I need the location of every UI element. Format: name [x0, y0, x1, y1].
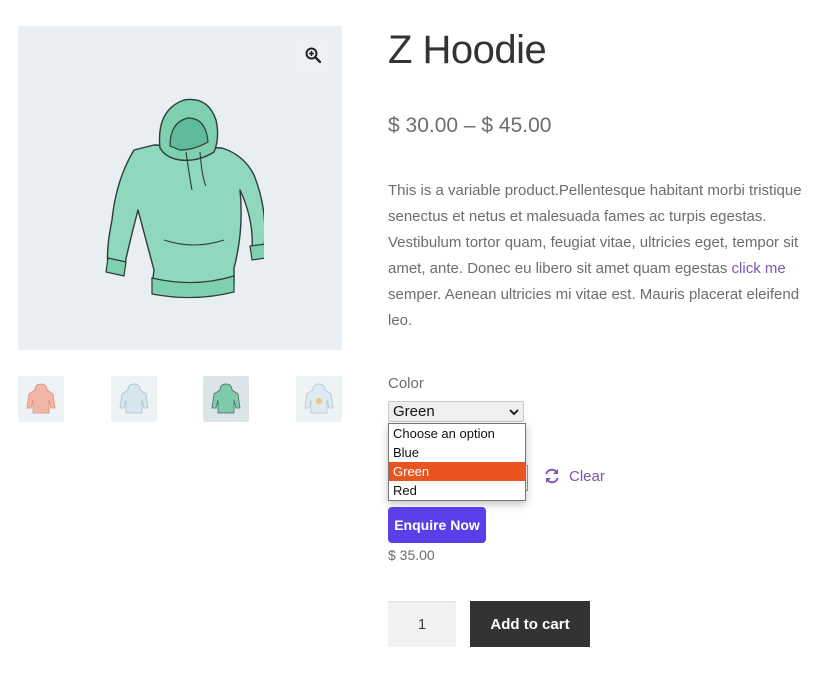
clear-variations-link[interactable]: Clear [543, 467, 605, 485]
hoodie-logo-icon [304, 383, 334, 414]
add-to-cart-button[interactable]: Add to cart [470, 601, 590, 647]
color-label: Color [388, 375, 424, 392]
variant-price: $ 35.00 [388, 547, 435, 563]
color-option-green[interactable]: Green [389, 462, 525, 481]
quantity-input[interactable] [388, 601, 456, 647]
color-select-value: Green [393, 403, 435, 420]
color-option-blue[interactable]: Blue [389, 443, 525, 462]
thumbnail-hoodie-logo[interactable] [296, 376, 342, 422]
color-select[interactable]: Green [388, 401, 524, 422]
zoom-in-icon[interactable] [297, 39, 329, 71]
refresh-icon [545, 468, 559, 484]
description-link[interactable]: click me [732, 260, 786, 277]
color-dropdown-list[interactable]: Choose an option Blue Green Red [388, 423, 526, 501]
color-option-choose[interactable]: Choose an option [389, 424, 525, 443]
clear-label: Clear [569, 467, 605, 485]
enquire-now-button[interactable]: Enquire Now [388, 507, 486, 543]
hoodie-green-icon [94, 90, 267, 315]
thumbnail-hoodie-blue[interactable] [111, 376, 157, 422]
description-text-end: semper. Aenean ultricies mi vitae est. M… [388, 286, 800, 329]
hoodie-pink-icon [26, 383, 56, 414]
hoodie-green-icon [211, 383, 241, 414]
color-option-red[interactable]: Red [389, 481, 525, 500]
product-main-image[interactable] [18, 26, 342, 350]
thumbnail-hoodie-green[interactable] [203, 376, 249, 422]
hoodie-blue-icon [119, 383, 149, 414]
thumbnail-hoodie-pink[interactable] [18, 376, 64, 422]
product-title: Z Hoodie [388, 28, 547, 72]
product-description: This is a variable product.Pellentesque … [388, 178, 808, 334]
price-range: $ 30.00 – $ 45.00 [388, 114, 552, 137]
